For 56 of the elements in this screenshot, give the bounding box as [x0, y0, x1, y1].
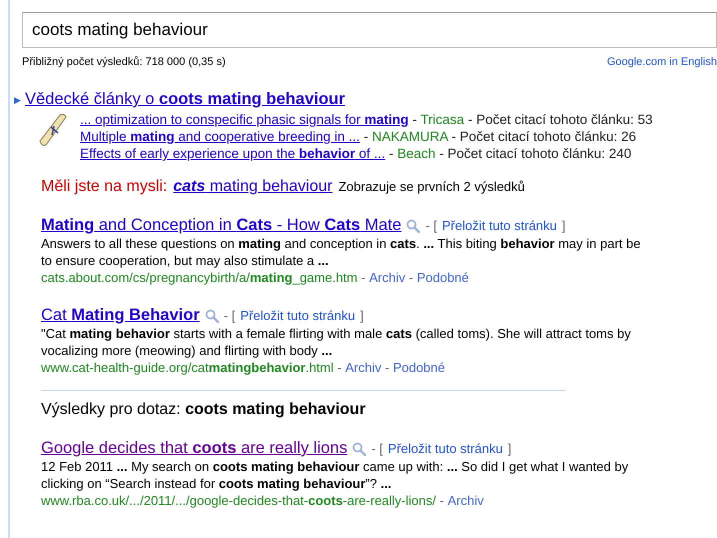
article-link[interactable]: ... optimization to conspecific phasic signals for mating	[80, 112, 409, 127]
article-link[interactable]: Multiple mating and cooperative breeding in ...	[80, 129, 360, 144]
result-snippet: Answers to all these questions on mating and conception in cats. ... This biting behavior may in part be to ensure cooperation, but may also stimulate a ...	[41, 235, 641, 269]
result-url: www.cat-health-guide.org/catmatingbehavior.html	[41, 360, 334, 375]
translate-bracket: ]	[508, 441, 512, 456]
translate-link[interactable]: Přeložit tuto stránku	[442, 218, 557, 233]
scholar-title-link[interactable]: Vědecké články o coots mating behaviour	[25, 90, 346, 109]
separator-dash: -	[411, 112, 418, 127]
translate-bracket: ]	[360, 308, 364, 323]
result-extra-link[interactable]: Podobné	[392, 360, 445, 375]
result-extra-link[interactable]: Archiv	[345, 360, 382, 375]
citation-count: Počet citací tohoto článku: 53	[476, 112, 653, 127]
separator-dash: -	[438, 493, 445, 508]
result-url: www.rba.co.uk/.../2011/.../google-decides-that-coots-are-really-lions/	[41, 493, 436, 508]
article-author: NAKAMURA	[372, 129, 448, 144]
suggestion-link[interactable]: cats mating behaviour	[173, 178, 332, 196]
results-for-query: coots mating behaviour	[185, 401, 366, 418]
magnifier-icon[interactable]	[406, 218, 420, 232]
separator-dash: -	[388, 146, 394, 161]
separator-dash: -	[466, 112, 474, 127]
separator-dash: -	[360, 270, 366, 285]
translate-bracket: - [	[371, 441, 383, 456]
scholar-marker: ▶	[14, 94, 21, 104]
article-link[interactable]: Effects of early experience upon the behavior of ...	[80, 146, 386, 161]
separator-dash: -	[384, 360, 390, 375]
result-url: cats.about.com/cs/pregnancybirth/a/mating_game.htm	[41, 270, 358, 285]
result-title-link[interactable]: Cat Mating Behavior	[41, 306, 200, 325]
did-you-mean-label: Měli jste na mysli:	[41, 178, 168, 196]
result-stats: Přibližný počet výsledků: 718 000 (0,35 s)	[22, 56, 226, 68]
translate-bracket: - [	[224, 308, 236, 323]
magnifier-icon[interactable]	[204, 308, 219, 322]
citation-count: Počet citací tohoto článku: 240	[448, 146, 632, 161]
result-title-link[interactable]: Mating and Conception in Cats - How Cats Mate	[41, 216, 402, 235]
search-field[interactable]: coots mating behaviour	[22, 12, 717, 48]
citation-count: Počet citací tohoto článku: 26	[460, 129, 636, 144]
result-snippet: 12 Feb 2011 ... My search on coots mating behaviour came up with: ... So did I get what I wanted by clicking on “Search instead for coots mating behaviour”? ...	[41, 458, 630, 492]
separator-dash: -	[438, 146, 445, 161]
translate-bracket: - [	[425, 218, 437, 233]
english-link[interactable]: Google.com in English	[606, 56, 717, 68]
translate-link[interactable]: Přeložit tuto stránku	[388, 441, 503, 456]
result-snippet: "Cat mating behavior starts with a female flirting with male cats (called toms). She will attract toms by vocalizing more (meowing) and flirting with body ...	[41, 325, 632, 359]
separator-dash: -	[408, 270, 414, 285]
magnifier-icon[interactable]	[352, 442, 366, 456]
separator-dash: -	[450, 129, 457, 144]
result-extra-link[interactable]: Archiv	[369, 270, 406, 285]
suggestion-note: Zobrazuje se prvních 2 výsledků	[338, 179, 525, 194]
article-author: Beach	[397, 146, 436, 161]
result-extra-link[interactable]: Archiv	[448, 493, 484, 508]
translate-bracket: ]	[562, 218, 566, 233]
separator-dash: -	[362, 129, 370, 144]
result-title-link[interactable]: Google decides that coots are really lions	[41, 439, 348, 458]
result-extra-link[interactable]: Podobné	[416, 270, 469, 285]
article-author: Tricasa	[420, 112, 464, 127]
separator-dash: -	[336, 360, 343, 375]
translate-link[interactable]: Přeložit tuto stránku	[240, 308, 356, 323]
results-for-label: Výsledky pro dotaz:	[41, 401, 182, 418]
